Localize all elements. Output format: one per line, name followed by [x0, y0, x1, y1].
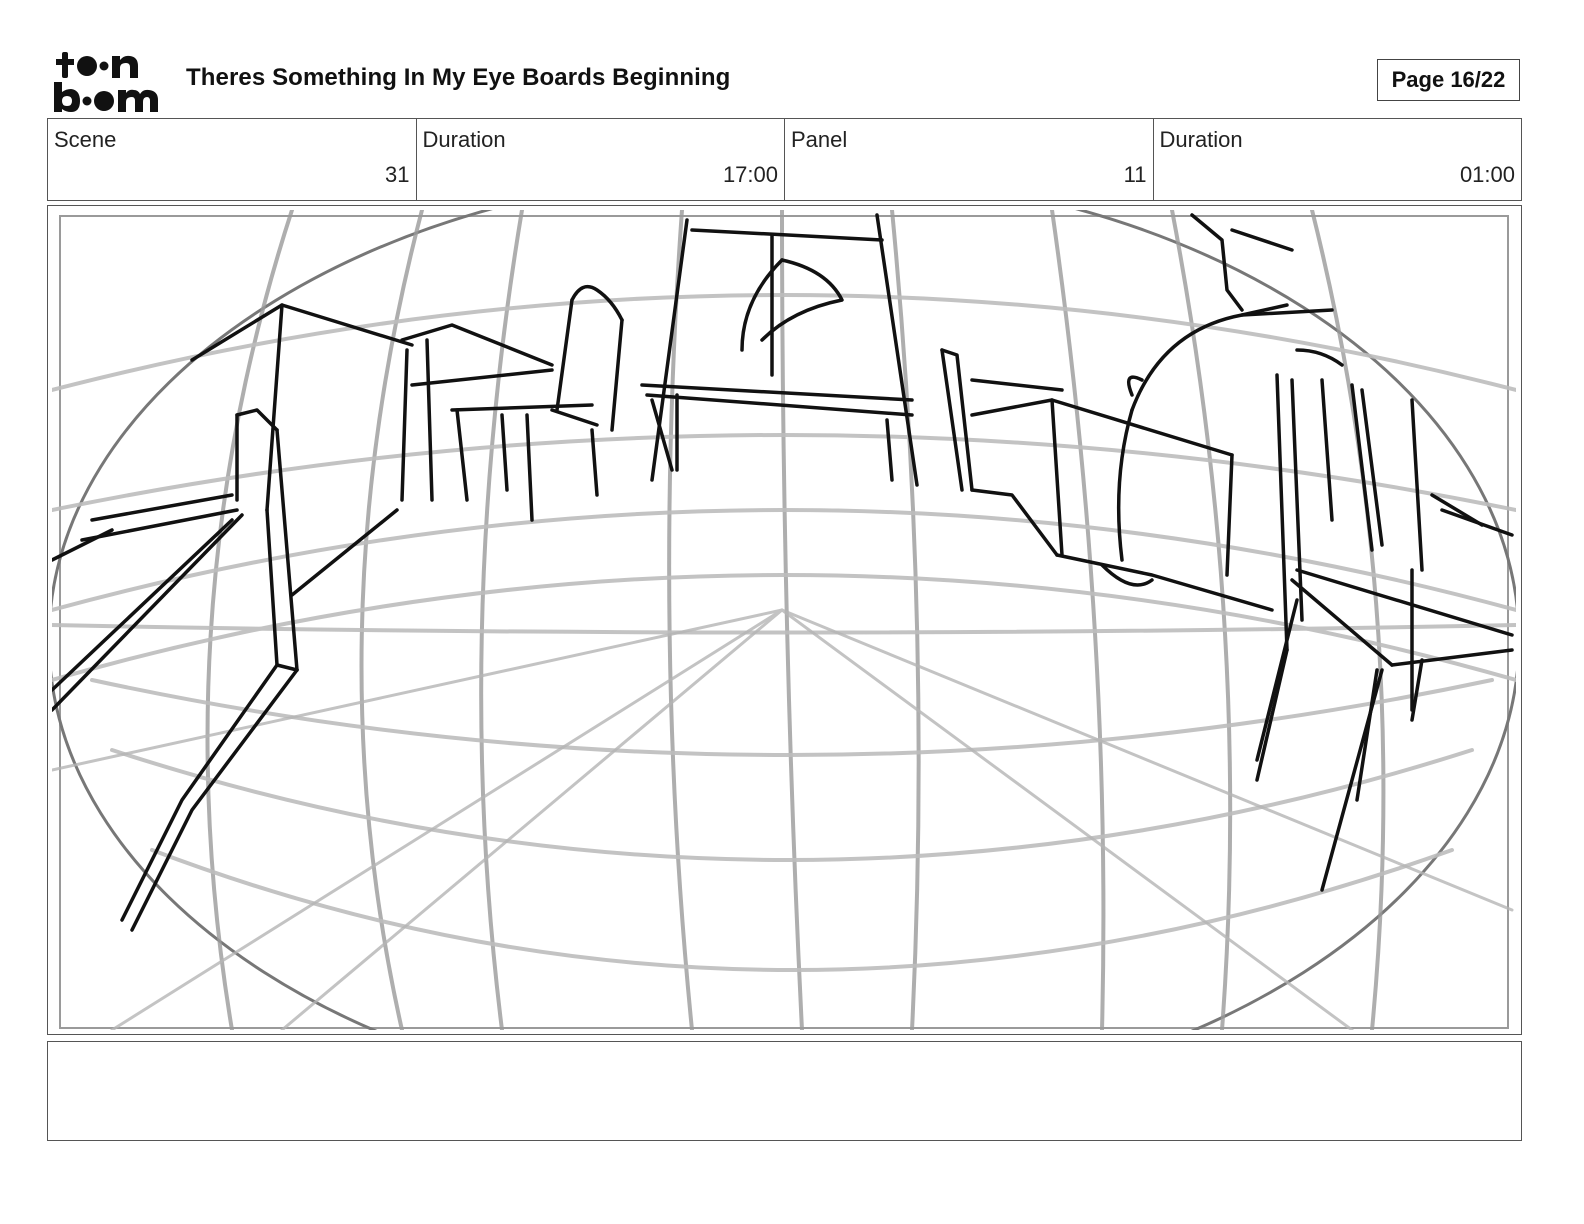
scene-duration-value: 17:00 [722, 162, 778, 187]
panel-duration-label: Duration [1159, 127, 1243, 152]
scene-label: Scene [54, 127, 117, 152]
document-title: Theres Something In My Eye Boards Beginn… [186, 64, 731, 91]
scene-value: 31 [385, 162, 410, 187]
scene-duration-cell: Duration 17:00 [417, 119, 785, 200]
page-indicator: Page 16/22 [1377, 59, 1520, 101]
scene-info-row: Scene 31 Duration 17:00 Panel 11 Duratio… [47, 118, 1522, 201]
panel-cell: Panel 11 [785, 119, 1154, 200]
toon-boom-logo [50, 50, 166, 114]
caption-box[interactable] [47, 1041, 1522, 1141]
panel-label: Panel [791, 127, 848, 152]
storyboard-sketch-icon [52, 210, 1516, 1030]
scene-duration-label: Duration [422, 127, 506, 152]
panel-duration-value: 01:00 [1459, 162, 1515, 187]
panel-duration-cell: Duration 01:00 [1154, 119, 1522, 200]
scene-cell: Scene 31 [48, 119, 417, 200]
panel-value: 11 [1123, 162, 1147, 187]
storyboard-panel [47, 205, 1522, 1035]
